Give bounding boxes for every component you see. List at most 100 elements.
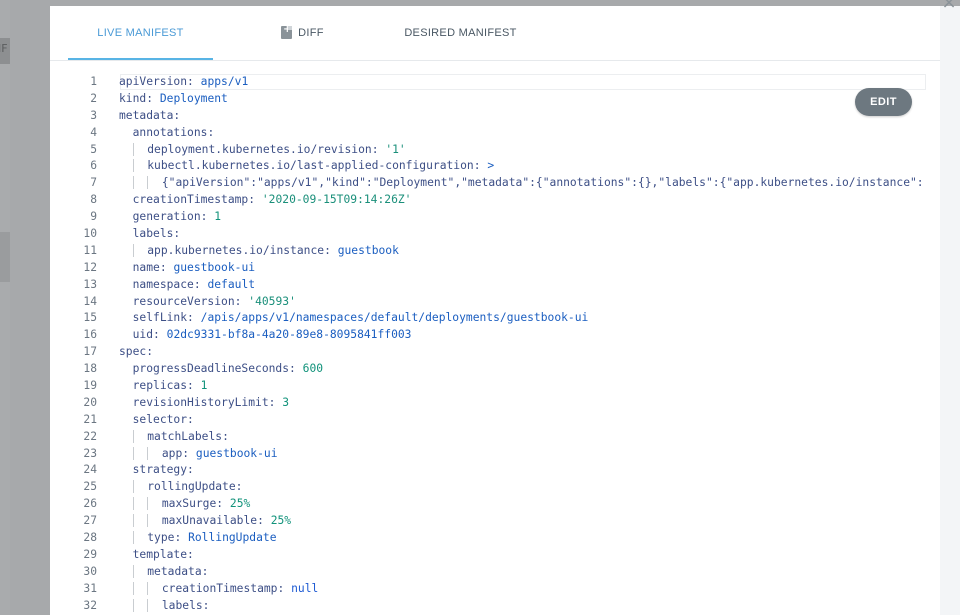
indent-guide xyxy=(119,278,133,291)
yaml-key: selfLink xyxy=(132,311,188,325)
manifest-panel: LIVE MANIFEST DIFF DESIRED MANIFEST 1 api… xyxy=(50,6,940,615)
line-number: 6 xyxy=(90,159,97,173)
edit-button[interactable]: EDIT xyxy=(855,88,912,116)
code-line: 19 replicas: 1 xyxy=(50,378,924,395)
indent-guide xyxy=(119,143,133,156)
tab-label: DESIRED MANIFEST xyxy=(404,26,517,39)
line-content: creationTimestamp: null xyxy=(97,581,319,595)
indent-guide xyxy=(147,514,156,528)
code-line: 14 resourceVersion: '40593' xyxy=(50,294,924,311)
line-content: maxUnavailable: 25% xyxy=(97,514,291,528)
indent-guide xyxy=(119,311,133,324)
line-number: 11 xyxy=(83,243,97,257)
code-line: 20 revisionHistoryLimit: 3 xyxy=(50,395,924,412)
line-content: metadata: xyxy=(119,108,181,122)
indent-guide xyxy=(119,362,133,375)
code-line: 28 type: RollingUpdate xyxy=(50,530,924,547)
yaml-value: '40593' xyxy=(248,294,296,308)
background-text-fragment: IF xyxy=(0,42,8,55)
code-line: 4 annotations: xyxy=(50,125,924,142)
yaml-value: null xyxy=(291,581,319,595)
line-number: 31 xyxy=(83,581,97,595)
indent-guide xyxy=(147,176,156,190)
indent-guide xyxy=(119,295,133,308)
line-number: 19 xyxy=(83,379,97,393)
tab-live-manifest[interactable]: LIVE MANIFEST xyxy=(68,6,213,60)
code-line: 12 name: guestbook-ui xyxy=(50,260,924,277)
code-line: 31 creationTimestamp: null xyxy=(50,581,924,598)
indent-guide xyxy=(119,193,133,206)
line-number: 5 xyxy=(90,142,97,156)
line-content: namespace: default xyxy=(97,278,255,291)
code-line: 25 rollingUpdate: xyxy=(50,479,924,496)
indent-guide xyxy=(119,548,133,561)
line-number: 1 xyxy=(90,75,97,88)
line-number: 9 xyxy=(90,210,97,224)
code-line: 21 selector: xyxy=(50,412,924,429)
line-number: 26 xyxy=(83,497,97,511)
line-number: 18 xyxy=(83,362,97,376)
line-number: 17 xyxy=(83,345,97,359)
yaml-key: matchLabels xyxy=(147,429,223,443)
code-line: 8 creationTimestamp: '2020-09-15T09:14:2… xyxy=(50,192,924,209)
line-number: 23 xyxy=(83,446,97,460)
yaml-key: metadata xyxy=(147,564,202,578)
indent-guide xyxy=(119,176,133,189)
yaml-key: progressDeadlineSeconds xyxy=(132,362,290,376)
indent-guide xyxy=(119,599,133,612)
line-content: progressDeadlineSeconds: 600 xyxy=(97,362,323,375)
close-icon[interactable]: × xyxy=(939,0,959,12)
yaml-value: 25% xyxy=(229,497,251,511)
background-app: IF xyxy=(0,0,10,615)
line-content: rollingUpdate: xyxy=(97,480,242,494)
line-number: 7 xyxy=(90,176,97,190)
yaml-key: revisionHistoryLimit xyxy=(132,395,269,409)
line-number: 2 xyxy=(90,91,97,105)
line-content: {"apiVersion":"apps/v1","kind":"Deployme… xyxy=(97,176,924,190)
tab-diff[interactable]: DIFF xyxy=(260,6,345,59)
indent-guide xyxy=(119,430,133,443)
yaml-key: kubectl.kubernetes.io/last-applied-confi… xyxy=(147,159,474,173)
line-content: maxSurge: 25% xyxy=(97,497,251,511)
code-line: 24 strategy: xyxy=(50,462,924,479)
indent-guide xyxy=(119,480,133,493)
indent-guide xyxy=(119,159,133,172)
yaml-key: replicas xyxy=(132,379,188,393)
line-content: app.kubernetes.io/instance: guestbook xyxy=(97,243,399,257)
indent-guide xyxy=(119,514,133,527)
line-number: 10 xyxy=(83,227,97,241)
yaml-key: uid xyxy=(132,328,154,342)
code-lines: 1 apiVersion: apps/v1 2 kind: Deployment 3 me… xyxy=(50,74,924,615)
code-line: 26 maxSurge: 25% xyxy=(50,496,924,513)
line-number: 24 xyxy=(83,463,97,477)
yaml-value: guestbook xyxy=(337,243,399,257)
line-number: 14 xyxy=(83,294,97,308)
indent-guide xyxy=(119,126,133,139)
line-number: 15 xyxy=(83,311,97,325)
indent-guide xyxy=(119,379,133,392)
line-content: replicas: 1 xyxy=(97,379,208,393)
indent-guide xyxy=(119,497,133,510)
line-content: generation: 1 xyxy=(97,210,221,223)
line-content: matchLabels: xyxy=(97,429,229,443)
yaml-key: type xyxy=(147,531,175,545)
line-content: annotations: xyxy=(97,126,215,139)
indent-guide xyxy=(119,210,133,223)
yaml-key: resourceVersion xyxy=(132,294,235,308)
yaml-value: '1' xyxy=(385,142,406,156)
code-line: 7 {"apiVersion":"apps/v1","kind":"Deploy… xyxy=(50,175,924,192)
code-editor[interactable]: 1 apiVersion: apps/v1 2 kind: Deployment 3 me… xyxy=(50,68,940,615)
line-number: 20 xyxy=(83,395,97,409)
yaml-key: app xyxy=(161,446,183,460)
line-content: type: RollingUpdate xyxy=(97,531,277,545)
yaml-value: /apis/apps/v1/namespaces/default/deploym… xyxy=(200,311,589,325)
yaml-value: 600 xyxy=(302,362,324,376)
indent-guide xyxy=(147,497,156,511)
indent-guide xyxy=(119,447,133,460)
line-number: 21 xyxy=(83,412,97,426)
line-number: 28 xyxy=(83,531,97,545)
code-line: 15 selfLink: /apis/apps/v1/namespaces/de… xyxy=(50,310,924,327)
line-content: spec: xyxy=(119,345,154,359)
yaml-key: app.kubernetes.io/instance xyxy=(147,243,325,257)
tab-desired-manifest[interactable]: DESIRED MANIFEST xyxy=(388,6,533,59)
